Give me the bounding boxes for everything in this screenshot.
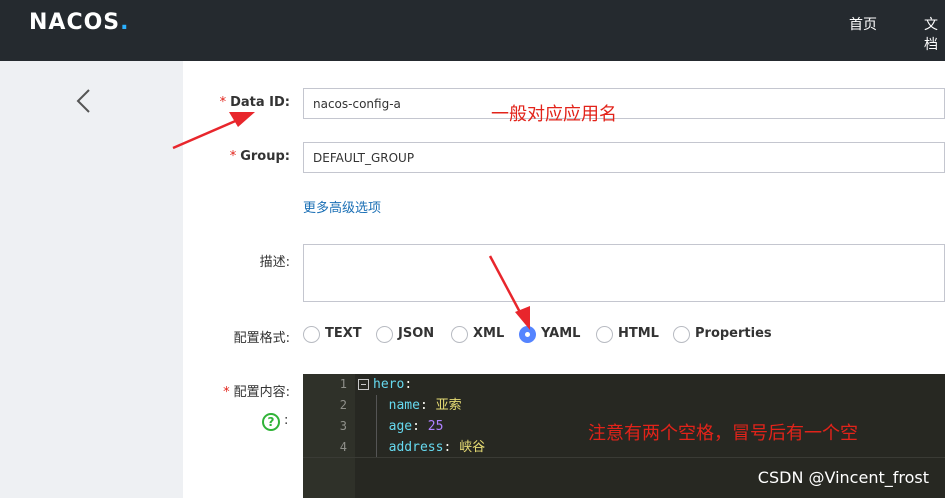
content-label: * 配置内容: xyxy=(223,385,290,400)
radio-circle[interactable] xyxy=(673,326,690,343)
annotation-data-id: 一般对应应用名 xyxy=(491,104,617,125)
data-id-input[interactable] xyxy=(303,88,945,119)
radio-circle[interactable] xyxy=(451,326,468,343)
code-line[interactable]: 2 name: 亚索 xyxy=(303,395,945,416)
description-textarea[interactable] xyxy=(303,244,945,302)
nav-home[interactable]: 首页 xyxy=(849,14,877,34)
format-label: 配置格式: xyxy=(233,331,290,346)
help-colon: : xyxy=(284,413,289,428)
annotation-content: 注意有两个空格，冒号后有一个空 xyxy=(588,423,858,444)
nav-docs[interactable]: 文档 xyxy=(924,14,945,54)
code-line[interactable]: 1 hero: xyxy=(303,374,945,395)
watermark: CSDN @Vincent_frost xyxy=(757,468,929,487)
fold-toggle-icon[interactable] xyxy=(358,379,369,390)
line-number: 3 xyxy=(339,419,347,433)
nacos-logo[interactable]: NACOS. xyxy=(29,10,130,35)
group-input[interactable] xyxy=(303,142,945,173)
line-number: 2 xyxy=(339,398,347,412)
top-navbar: NACOS. 首页 文档 xyxy=(0,0,945,61)
line-number: 1 xyxy=(339,377,347,391)
radio-circle[interactable] xyxy=(596,326,613,343)
radio-circle[interactable] xyxy=(376,326,393,343)
group-label: * Group: xyxy=(229,149,290,164)
data-id-label: * Data ID: xyxy=(219,95,290,110)
description-label: 描述: xyxy=(259,255,290,270)
back-chevron-icon[interactable] xyxy=(72,87,96,115)
radio-circle-selected[interactable] xyxy=(519,326,536,343)
advanced-options-link[interactable]: 更多高级选项 xyxy=(303,197,381,216)
help-icon[interactable]: ? xyxy=(262,413,280,431)
radio-circle[interactable] xyxy=(303,326,320,343)
line-number: 4 xyxy=(339,440,347,454)
sidebar xyxy=(0,61,183,498)
